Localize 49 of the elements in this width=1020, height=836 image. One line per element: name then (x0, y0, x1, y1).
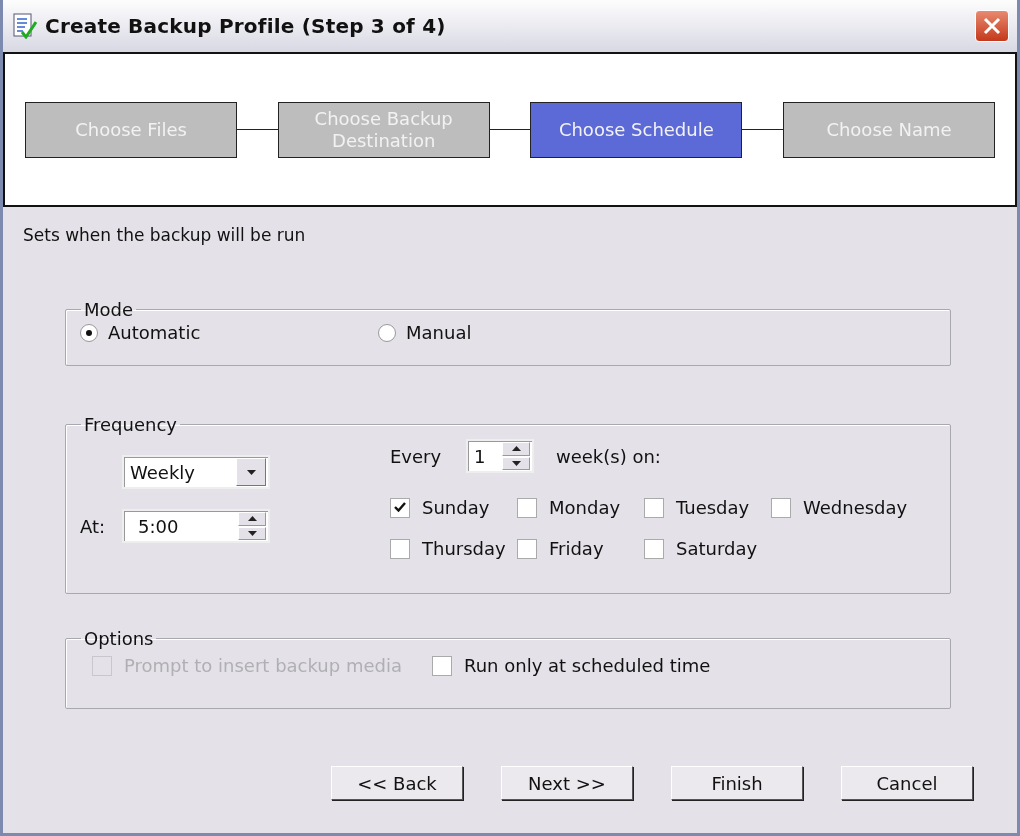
spin-up-button[interactable] (238, 512, 266, 526)
option-label: Run only at scheduled time (464, 655, 711, 676)
checkmark-icon (394, 502, 406, 513)
wizard-button[interactable]: Next >> (501, 766, 633, 800)
step-description: Sets when the backup will be run (22, 224, 307, 247)
spin-down-button[interactable] (502, 456, 530, 470)
wizard-button[interactable]: Cancel (841, 766, 973, 800)
dropdown-arrow-icon (246, 469, 256, 475)
radio-label: Automatic (108, 322, 201, 343)
radio-label: Manual (406, 322, 472, 343)
checkbox[interactable] (390, 538, 410, 559)
checkbox[interactable] (517, 497, 537, 518)
radio-button[interactable] (378, 323, 396, 342)
wizard-step: Choose Schedule (530, 101, 743, 158)
every-label: Every (390, 445, 443, 467)
down-arrow-icon (511, 460, 521, 466)
spin-up-button[interactable] (502, 442, 530, 456)
group-title: Mode (83, 299, 135, 320)
close-button[interactable] (975, 10, 1009, 42)
wizard-button[interactable]: Finish (671, 766, 803, 800)
day-label: Monday (549, 497, 621, 518)
checkbox[interactable] (517, 538, 537, 559)
time-label: At: (80, 515, 107, 537)
wizard-button[interactable]: << Back (331, 766, 463, 800)
day-label: Thursday (422, 538, 506, 559)
day-label: Tuesday (676, 497, 750, 518)
up-arrow-icon (247, 516, 257, 522)
week-interval-field[interactable]: 1 (466, 439, 534, 473)
checkbox[interactable] (644, 538, 664, 559)
day-label: Friday (549, 538, 604, 559)
group-title: Frequency (83, 414, 178, 435)
spin-down-button[interactable] (238, 526, 266, 540)
window-title: Create Backup Profile (Step 3 of 4) (45, 14, 447, 38)
checkbox[interactable] (771, 497, 791, 518)
checkbox[interactable] (432, 655, 452, 676)
group-title: Options (83, 628, 155, 649)
checkbox[interactable] (390, 497, 410, 518)
day-label: Wednesday (803, 497, 908, 518)
checkbox[interactable] (644, 497, 664, 518)
day-label: Sunday (422, 497, 490, 518)
time-field[interactable]: 5:00 (122, 509, 270, 543)
radio-button[interactable] (80, 323, 98, 342)
period-dropdown[interactable]: Weekly (122, 455, 270, 489)
day-label: Saturday (676, 538, 758, 559)
close-icon (983, 17, 1001, 35)
down-arrow-icon (247, 530, 257, 536)
up-arrow-icon (511, 446, 521, 452)
unit-label: week(s) on: (556, 445, 661, 467)
checklist-icon (13, 13, 37, 39)
